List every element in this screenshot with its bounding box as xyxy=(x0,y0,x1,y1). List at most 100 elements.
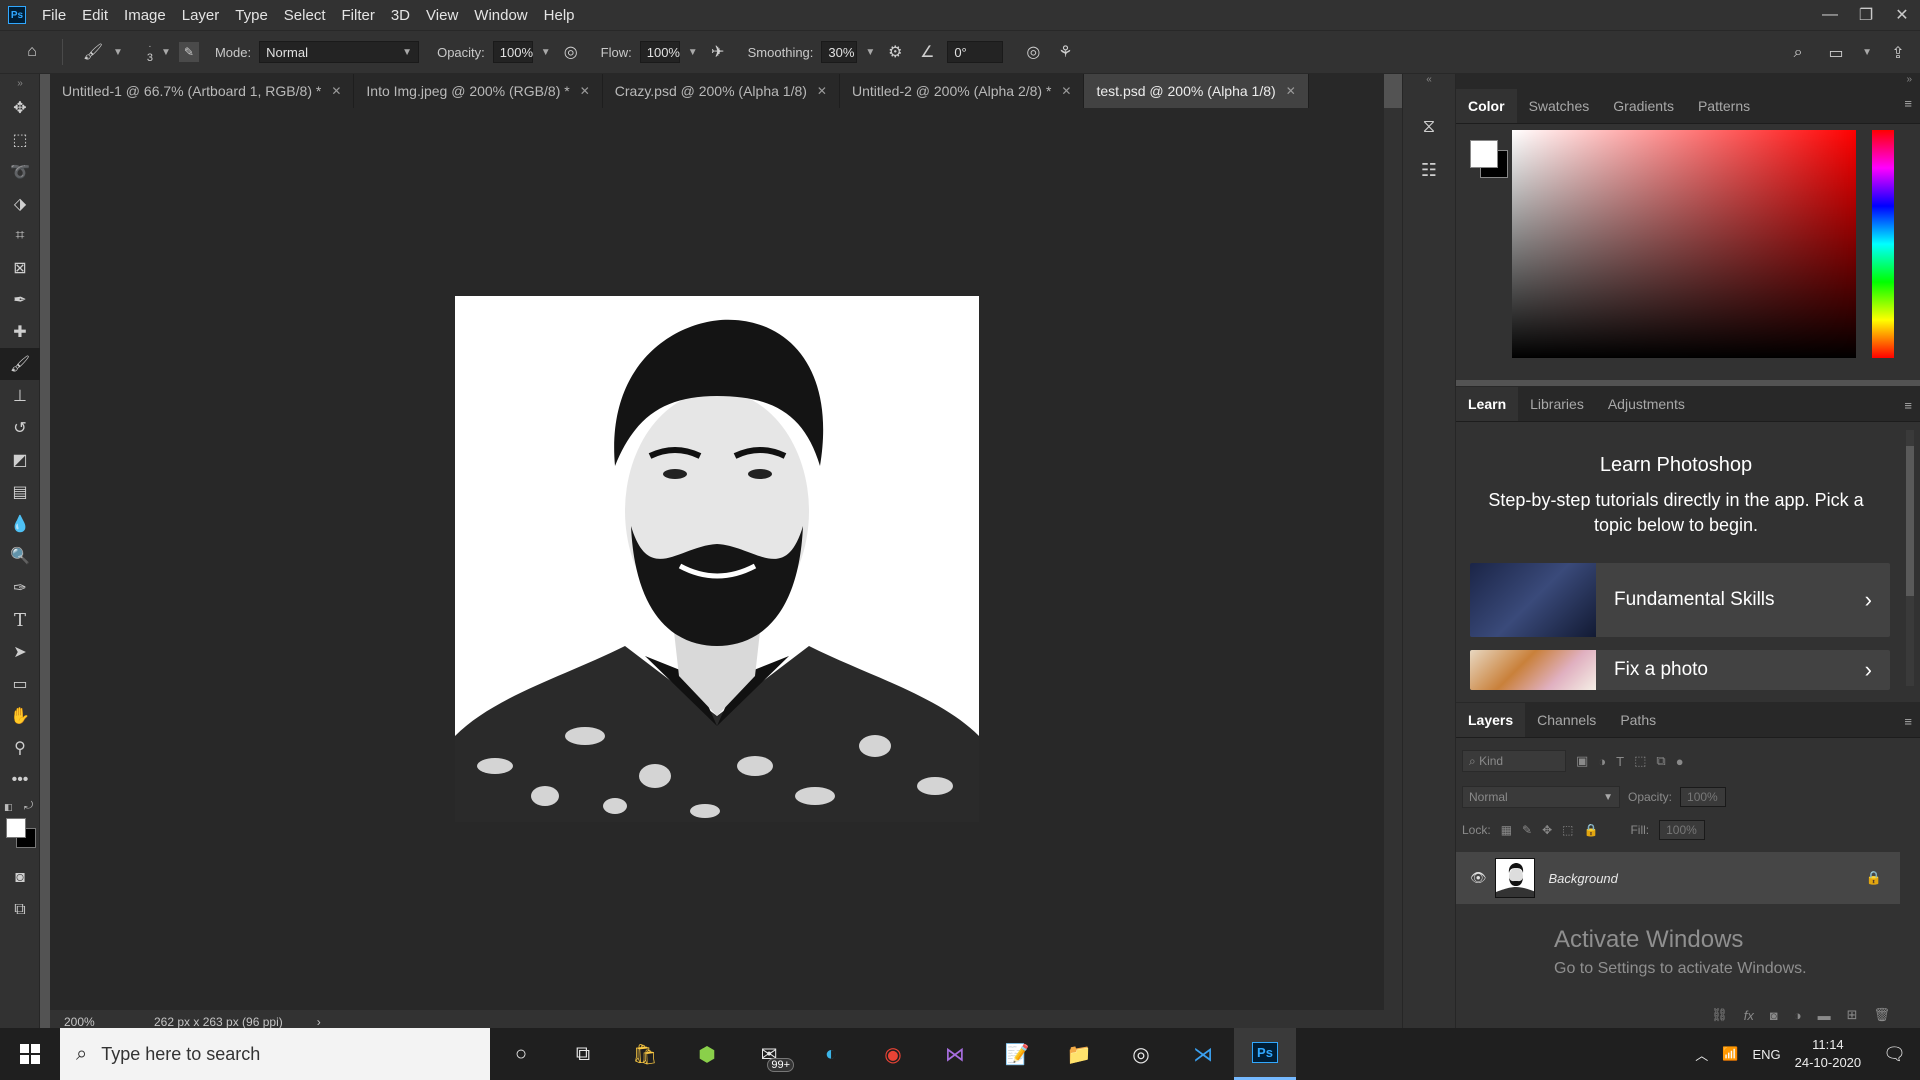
menu-view[interactable]: View xyxy=(418,7,466,24)
menu-3d[interactable]: 3D xyxy=(383,7,418,24)
mail-icon[interactable]: ✉ 99+ xyxy=(738,1028,800,1080)
menu-image[interactable]: Image xyxy=(116,7,174,24)
eyedropper-tool-icon[interactable]: ✒ xyxy=(0,284,40,316)
app-icon[interactable]: ⬢ xyxy=(676,1028,738,1080)
dodge-tool-icon[interactable]: 🔍 xyxy=(0,540,40,572)
tab-color[interactable]: Color xyxy=(1456,89,1517,123)
menu-window[interactable]: Window xyxy=(466,7,535,24)
lock-position-icon[interactable]: ✥ xyxy=(1542,823,1552,837)
pressure-size-icon[interactable]: ◎ xyxy=(1021,40,1045,64)
collapse-icon[interactable]: « xyxy=(1403,74,1455,90)
new-group-icon[interactable]: ▬ xyxy=(1818,1008,1831,1023)
layer-name[interactable]: Background xyxy=(1549,871,1866,886)
chevron-down-icon[interactable]: ▼ xyxy=(688,47,698,58)
notifications-icon[interactable]: 🗨 xyxy=(1883,1044,1906,1065)
flow-input[interactable]: 100% xyxy=(639,41,680,63)
move-tool-icon[interactable]: ✥ xyxy=(0,92,40,124)
workspace-icon[interactable]: ▭ xyxy=(1824,41,1848,65)
chevron-down-icon[interactable]: ▼ xyxy=(161,47,171,58)
lock-artboard-icon[interactable]: ⬚ xyxy=(1562,823,1573,837)
minimize-button[interactable]: — xyxy=(1812,0,1848,30)
filter-adjustment-icon[interactable]: ◑ xyxy=(1598,754,1606,769)
tab-libraries[interactable]: Libraries xyxy=(1518,387,1596,421)
tab-layers[interactable]: Layers xyxy=(1456,703,1526,737)
wifi-icon[interactable]: 📶 xyxy=(1722,1046,1738,1062)
visibility-eye-icon[interactable]: 👁 xyxy=(1470,870,1487,886)
menu-layer[interactable]: Layer xyxy=(174,7,228,24)
restore-button[interactable]: ❐ xyxy=(1848,0,1884,30)
symmetry-icon[interactable]: ⚘ xyxy=(1053,40,1077,64)
file-explorer-icon[interactable]: 📁 xyxy=(1048,1028,1110,1080)
filter-type-icon[interactable]: T xyxy=(1616,754,1624,769)
chevron-down-icon[interactable]: ▼ xyxy=(113,47,123,58)
lock-all-icon[interactable]: 🔒 xyxy=(1584,823,1599,837)
eraser-tool-icon[interactable]: ◩ xyxy=(0,444,40,476)
tab-crazy[interactable]: Crazy.psd @ 200% (Alpha 1/8) ✕ xyxy=(603,74,840,108)
store-icon[interactable]: 🛍 xyxy=(614,1028,676,1080)
canvas-image[interactable] xyxy=(455,296,979,822)
gear-icon[interactable]: ⚙ xyxy=(883,40,907,64)
cortana-icon[interactable]: ○ xyxy=(490,1028,552,1080)
tab-untitled-2[interactable]: Untitled-2 @ 200% (Alpha 2/8) * ✕ xyxy=(840,74,1085,108)
zoom-level[interactable]: 200% xyxy=(50,1015,120,1029)
tab-untitled-1[interactable]: Untitled-1 @ 66.7% (Artboard 1, RGB/8) *… xyxy=(50,74,355,108)
rectangle-tool-icon[interactable]: ▭ xyxy=(0,668,40,700)
adjustment-layer-icon[interactable]: ◑ xyxy=(1794,1008,1802,1023)
tab-swatches[interactable]: Swatches xyxy=(1517,89,1602,123)
brush-preset-icon[interactable]: 🖌 xyxy=(81,40,105,64)
menu-edit[interactable]: Edit xyxy=(74,7,116,24)
tab-channels[interactable]: Channels xyxy=(1525,703,1608,737)
photoshop-taskbar-icon[interactable]: Ps xyxy=(1234,1028,1296,1080)
type-tool-icon[interactable]: T xyxy=(0,604,40,636)
obs-icon[interactable]: ◎ xyxy=(1110,1028,1172,1080)
screen-mode-icon[interactable]: ⧉ xyxy=(0,894,40,926)
tab-into-img[interactable]: Into Img.jpeg @ 200% (RGB/8) * ✕ xyxy=(354,74,603,108)
scrollbar-thumb[interactable] xyxy=(1906,446,1914,596)
history-panel-icon[interactable]: ⧖ xyxy=(1403,108,1455,144)
share-icon[interactable]: ⇪ xyxy=(1886,41,1910,65)
filter-smart-object-icon[interactable]: ⧉ xyxy=(1656,753,1665,769)
close-button[interactable]: ✕ xyxy=(1884,0,1920,30)
hue-slider[interactable] xyxy=(1872,130,1894,358)
lasso-tool-icon[interactable]: ➰ xyxy=(0,156,40,188)
chevron-down-icon[interactable]: ▼ xyxy=(865,47,875,58)
visual-studio-icon[interactable]: ⋈ xyxy=(924,1028,986,1080)
close-icon[interactable]: ✕ xyxy=(331,84,341,98)
blur-tool-icon[interactable]: 💧 xyxy=(0,508,40,540)
collapse-icon[interactable]: » xyxy=(0,74,40,92)
chevron-right-icon[interactable]: › xyxy=(317,1015,321,1029)
close-icon[interactable]: ✕ xyxy=(817,84,827,98)
swap-colors-icon[interactable]: ⤾ xyxy=(24,800,33,813)
blend-mode-dropdown[interactable]: Normal ▼ xyxy=(1462,786,1620,808)
airbrush-icon[interactable]: ✈ xyxy=(706,40,730,64)
brush-size-picker[interactable]: · 3 xyxy=(147,41,153,64)
panel-menu-icon[interactable]: ≡ xyxy=(1904,714,1912,729)
filter-toggle-icon[interactable]: ● xyxy=(1676,754,1684,769)
tab-paths[interactable]: Paths xyxy=(1608,703,1668,737)
edge-icon[interactable]: ◐ xyxy=(800,1028,862,1080)
color-picker-field[interactable] xyxy=(1512,130,1856,358)
expand-icon[interactable]: » xyxy=(1456,74,1920,88)
zoom-tool-icon[interactable]: ⚲ xyxy=(0,732,40,764)
close-icon[interactable]: ✕ xyxy=(1061,84,1071,98)
chevron-up-icon[interactable]: ︿ xyxy=(1695,1045,1708,1064)
filter-pixel-icon[interactable]: ▣ xyxy=(1576,753,1588,769)
angle-input[interactable]: 0° xyxy=(947,41,1004,63)
clone-stamp-tool-icon[interactable]: ⊥ xyxy=(0,380,40,412)
language-indicator[interactable]: ENG xyxy=(1752,1047,1780,1062)
brush-settings-icon[interactable]: ✎ xyxy=(178,42,199,62)
start-button[interactable] xyxy=(0,1028,60,1080)
fx-icon[interactable]: fx xyxy=(1744,1008,1754,1023)
path-selection-tool-icon[interactable]: ➤ xyxy=(0,636,40,668)
crop-tool-icon[interactable]: ⌗ xyxy=(0,220,40,252)
brush-tool-icon[interactable]: 🖌 xyxy=(0,348,40,380)
link-layers-icon[interactable]: ⛓ xyxy=(1711,1007,1728,1023)
delete-layer-icon[interactable]: 🗑 xyxy=(1873,1007,1890,1023)
mode-dropdown[interactable]: Normal ▼ xyxy=(259,41,420,63)
tab-adjustments[interactable]: Adjustments xyxy=(1596,387,1697,421)
history-brush-tool-icon[interactable]: ↺ xyxy=(0,412,40,444)
notepad-icon[interactable]: 📝 xyxy=(986,1028,1048,1080)
menu-file[interactable]: File xyxy=(34,7,74,24)
opacity-input[interactable]: 100% xyxy=(492,41,533,63)
menu-type[interactable]: Type xyxy=(227,7,276,24)
